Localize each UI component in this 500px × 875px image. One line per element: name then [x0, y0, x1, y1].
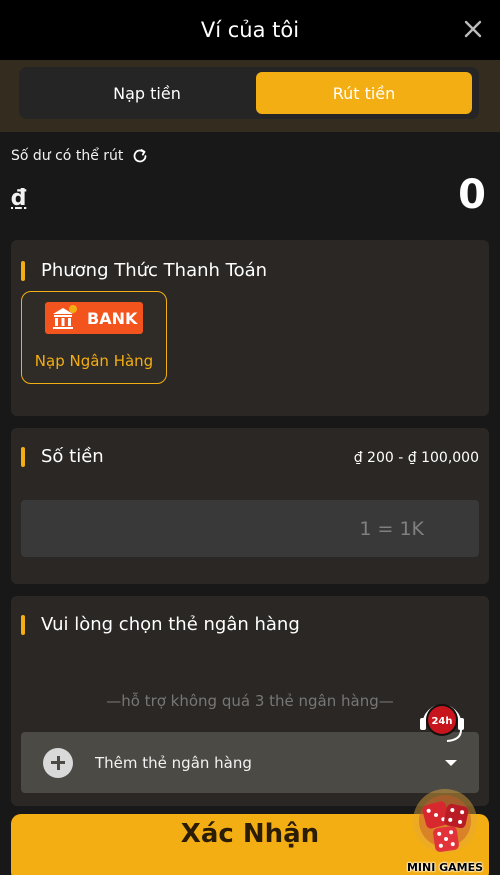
bank-card-title: Vui lòng chọn thẻ ngân hàng: [41, 614, 300, 635]
support-24h-icon[interactable]: 24h: [417, 696, 467, 746]
header: Ví của tôi: [0, 0, 500, 60]
refresh-icon[interactable]: [131, 147, 149, 165]
tabs-container: Nạp tiền Rút tiền: [19, 67, 479, 119]
bank-logo-text: BANK: [87, 308, 138, 328]
amount-title: Số tiền: [41, 446, 104, 467]
tab-withdraw[interactable]: Rút tiền: [256, 72, 472, 114]
amount-card: Số tiền ₫ 200 - ₫ 100,000: [11, 428, 489, 584]
section-marker: [21, 260, 25, 281]
payment-method-heading: Phương Thức Thanh Toán: [21, 260, 267, 281]
amount-heading: Số tiền: [21, 446, 104, 467]
support-badge-text: 24h: [431, 716, 452, 727]
section-marker: [21, 614, 25, 635]
currency-symbol: ₫: [11, 186, 27, 211]
page-title: Ví của tôi: [200, 18, 300, 42]
bank-building-icon: [53, 305, 77, 329]
bank-deposit-label: Nạp Ngân Hàng: [34, 352, 154, 370]
bank-deposit-option[interactable]: BANK Nạp Ngân Hàng: [21, 291, 167, 384]
payment-method-title: Phương Thức Thanh Toán: [41, 260, 268, 281]
close-icon[interactable]: [460, 16, 486, 42]
amount-range: ₫ 200 - ₫ 100,000: [353, 450, 479, 466]
bank-card-heading: Vui lòng chọn thẻ ngân hàng: [21, 614, 300, 635]
bank-logo: BANK: [45, 302, 143, 334]
chevron-down-icon: [445, 760, 457, 766]
mini-games-button[interactable]: MINI GAMES: [402, 783, 488, 875]
section-marker: [21, 446, 25, 467]
plus-icon: [43, 747, 73, 778]
balance-label-row: Số dư có thể rút: [11, 147, 149, 165]
balance-value: 0: [458, 172, 486, 218]
balance-label: Số dư có thể rút: [11, 148, 124, 164]
tabs-bar: Nạp tiền Rút tiền: [0, 60, 500, 132]
dice-icon: [413, 789, 477, 853]
amount-input[interactable]: [21, 500, 479, 557]
add-bank-card-label: Thêm thẻ ngân hàng: [95, 753, 252, 772]
confirm-label: Xác Nhận: [180, 819, 320, 849]
payment-method-card: Phương Thức Thanh Toán BANK Nạp Ngân Hàn…: [11, 240, 489, 416]
mini-games-label: MINI GAMES: [406, 861, 484, 874]
tab-deposit[interactable]: Nạp tiền: [39, 72, 255, 114]
